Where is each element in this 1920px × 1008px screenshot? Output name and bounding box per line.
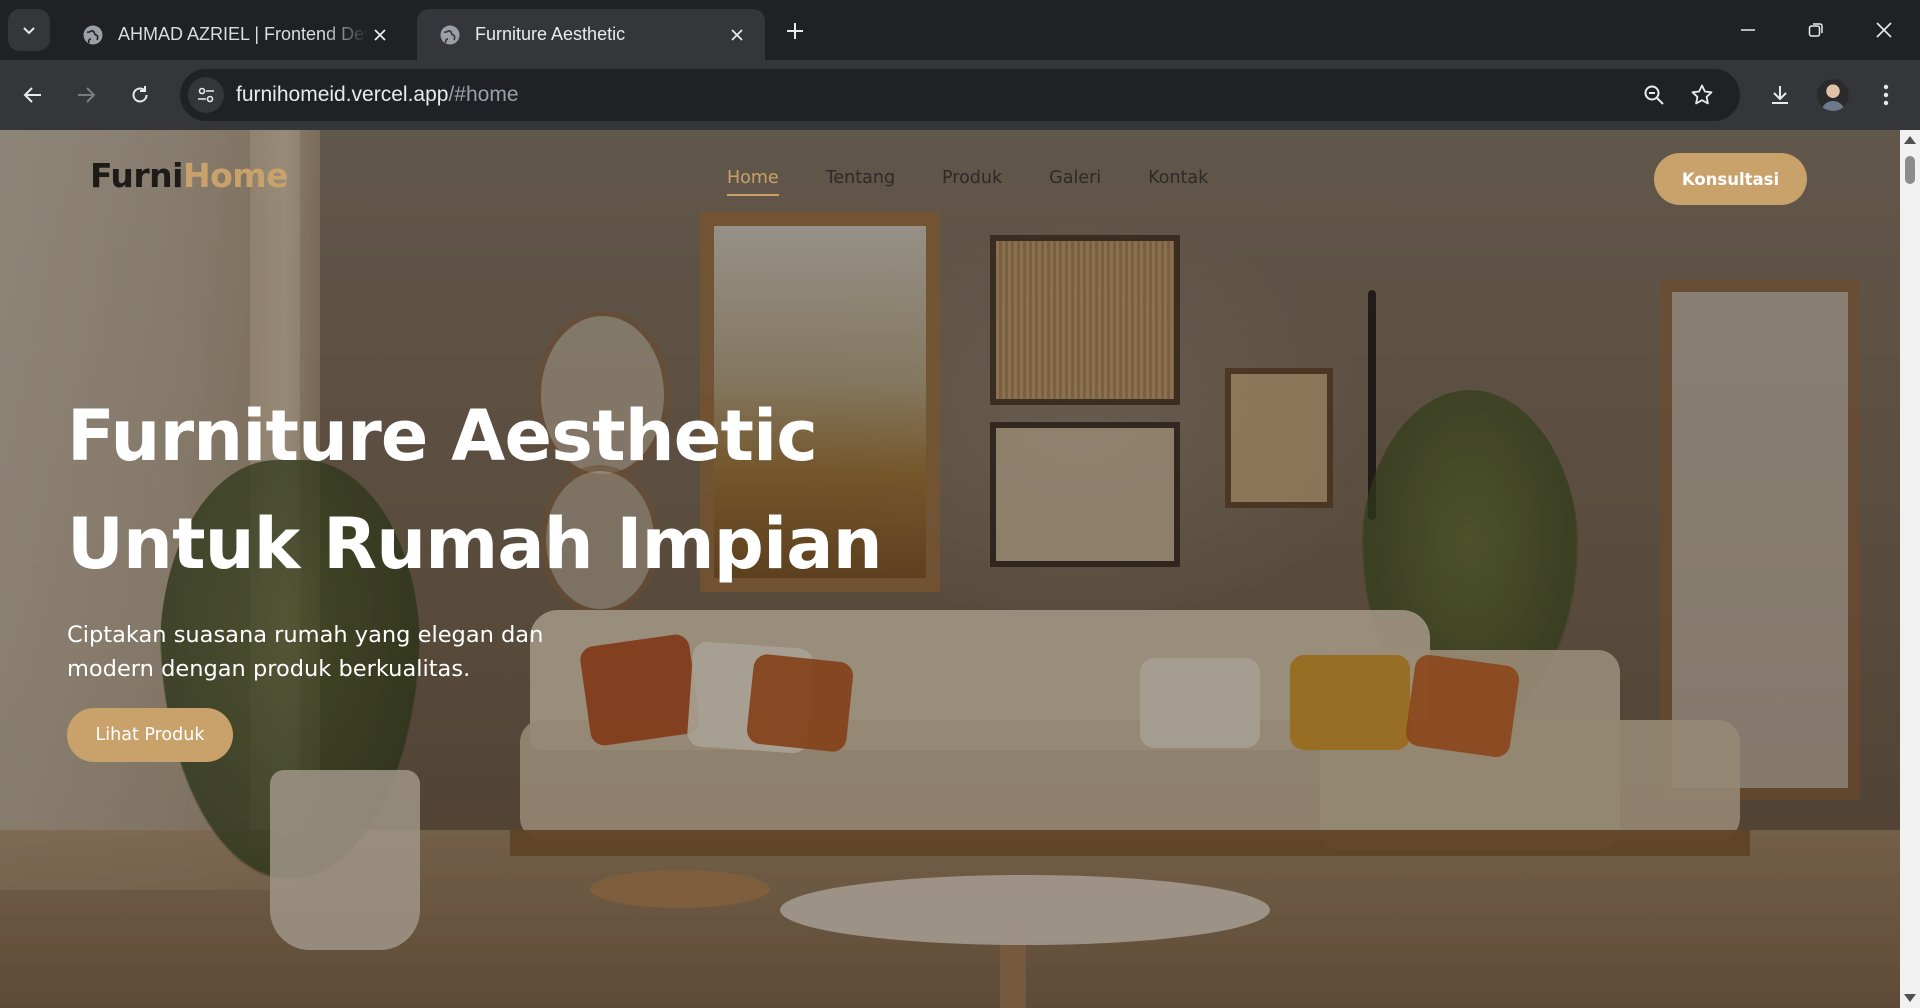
url-path: /#home	[448, 83, 519, 106]
close-icon	[731, 28, 743, 41]
tab-search-button[interactable]	[8, 9, 50, 51]
browser-toolbar: furnihomeid.vercel.app/#home	[0, 60, 1920, 130]
hero-title-line2: Untuk Rumah Impian	[67, 503, 883, 585]
menu-icon	[1883, 84, 1889, 106]
profile-avatar[interactable]	[1817, 79, 1849, 111]
address-bar[interactable]: furnihomeid.vercel.app/#home	[180, 69, 1740, 121]
nav-produk[interactable]: Produk	[942, 168, 1002, 196]
url-host: furnihomeid.vercel.app	[236, 83, 449, 106]
konsultasi-button[interactable]: Konsultasi	[1654, 153, 1807, 205]
new-tab-button[interactable]	[780, 16, 810, 46]
close-tab-button[interactable]	[725, 23, 749, 47]
site-info-icon	[198, 87, 214, 103]
zoom-button[interactable]	[1638, 79, 1670, 111]
browser-menu-button[interactable]	[1866, 75, 1906, 115]
minimize-button[interactable]	[1718, 8, 1778, 52]
tab-title: Furniture Aesthetic	[475, 24, 626, 44]
scroll-up-arrow[interactable]	[1904, 136, 1916, 144]
url-text[interactable]: furnihomeid.vercel.app/#home	[236, 83, 519, 107]
close-icon	[1876, 22, 1892, 38]
hero-title-line1: Furniture Aesthetic	[67, 395, 818, 477]
logo-part2: Home	[182, 156, 289, 195]
tab-title: AHMAD AZRIEL | Frontend Dev	[118, 24, 368, 44]
lihat-produk-button[interactable]: Lihat Produk	[67, 708, 233, 762]
nav-kontak[interactable]: Kontak	[1148, 168, 1208, 196]
download-icon	[1772, 86, 1788, 104]
restore-icon	[1808, 23, 1823, 37]
tab-ahmad-azriel[interactable]: AHMAD AZRIEL | Frontend Dev	[60, 9, 408, 60]
nav-galeri[interactable]: Galeri	[1049, 168, 1101, 196]
hero-subtitle-line2: modern dengan produk berkualitas.	[67, 656, 471, 682]
bookmark-button[interactable]	[1686, 79, 1718, 111]
logo-part1: Furni	[90, 156, 183, 195]
close-window-button[interactable]	[1854, 8, 1914, 52]
hero-subtitle: Ciptakan suasana rumah yang elegan dan m…	[67, 618, 587, 686]
globe-icon	[83, 25, 103, 44]
reload-icon	[132, 86, 148, 103]
close-tab-button[interactable]	[368, 23, 392, 47]
nav-home[interactable]: Home	[727, 168, 779, 196]
downloads-button[interactable]	[1760, 75, 1800, 115]
plus-icon	[787, 23, 803, 39]
page-viewport: FurniHome Home Tentang Produk Galeri Kon…	[0, 130, 1900, 1008]
star-icon	[1691, 84, 1713, 105]
restore-button[interactable]	[1786, 8, 1846, 52]
nav-tentang[interactable]: Tentang	[826, 168, 895, 196]
forward-icon	[78, 87, 96, 103]
chevron-down-icon	[23, 27, 35, 35]
zoom-icon	[1644, 85, 1664, 105]
tab-furniture-aesthetic[interactable]: Furniture Aesthetic	[417, 9, 765, 60]
page-scrollbar[interactable]	[1900, 130, 1920, 1008]
site-logo[interactable]: FurniHome	[90, 156, 289, 195]
hero-subtitle-line1: Ciptakan suasana rumah yang elegan dan	[67, 622, 544, 648]
tab-strip: AHMAD AZRIEL | Frontend Dev Furniture Ae…	[0, 0, 1920, 60]
scroll-down-arrow[interactable]	[1904, 994, 1916, 1002]
site-info-button[interactable]	[188, 77, 224, 113]
minimize-icon	[1741, 29, 1755, 31]
forward-button[interactable]	[66, 75, 106, 115]
main-nav: Home Tentang Produk Galeri Kontak	[727, 168, 1208, 196]
back-button[interactable]	[13, 75, 53, 115]
globe-icon	[440, 25, 460, 44]
close-icon	[374, 28, 386, 41]
scrollbar-thumb[interactable]	[1905, 156, 1915, 184]
reload-button[interactable]	[120, 75, 160, 115]
back-icon	[23, 87, 41, 103]
hero-title: Furniture Aesthetic Untuk Rumah Impian	[67, 382, 883, 598]
